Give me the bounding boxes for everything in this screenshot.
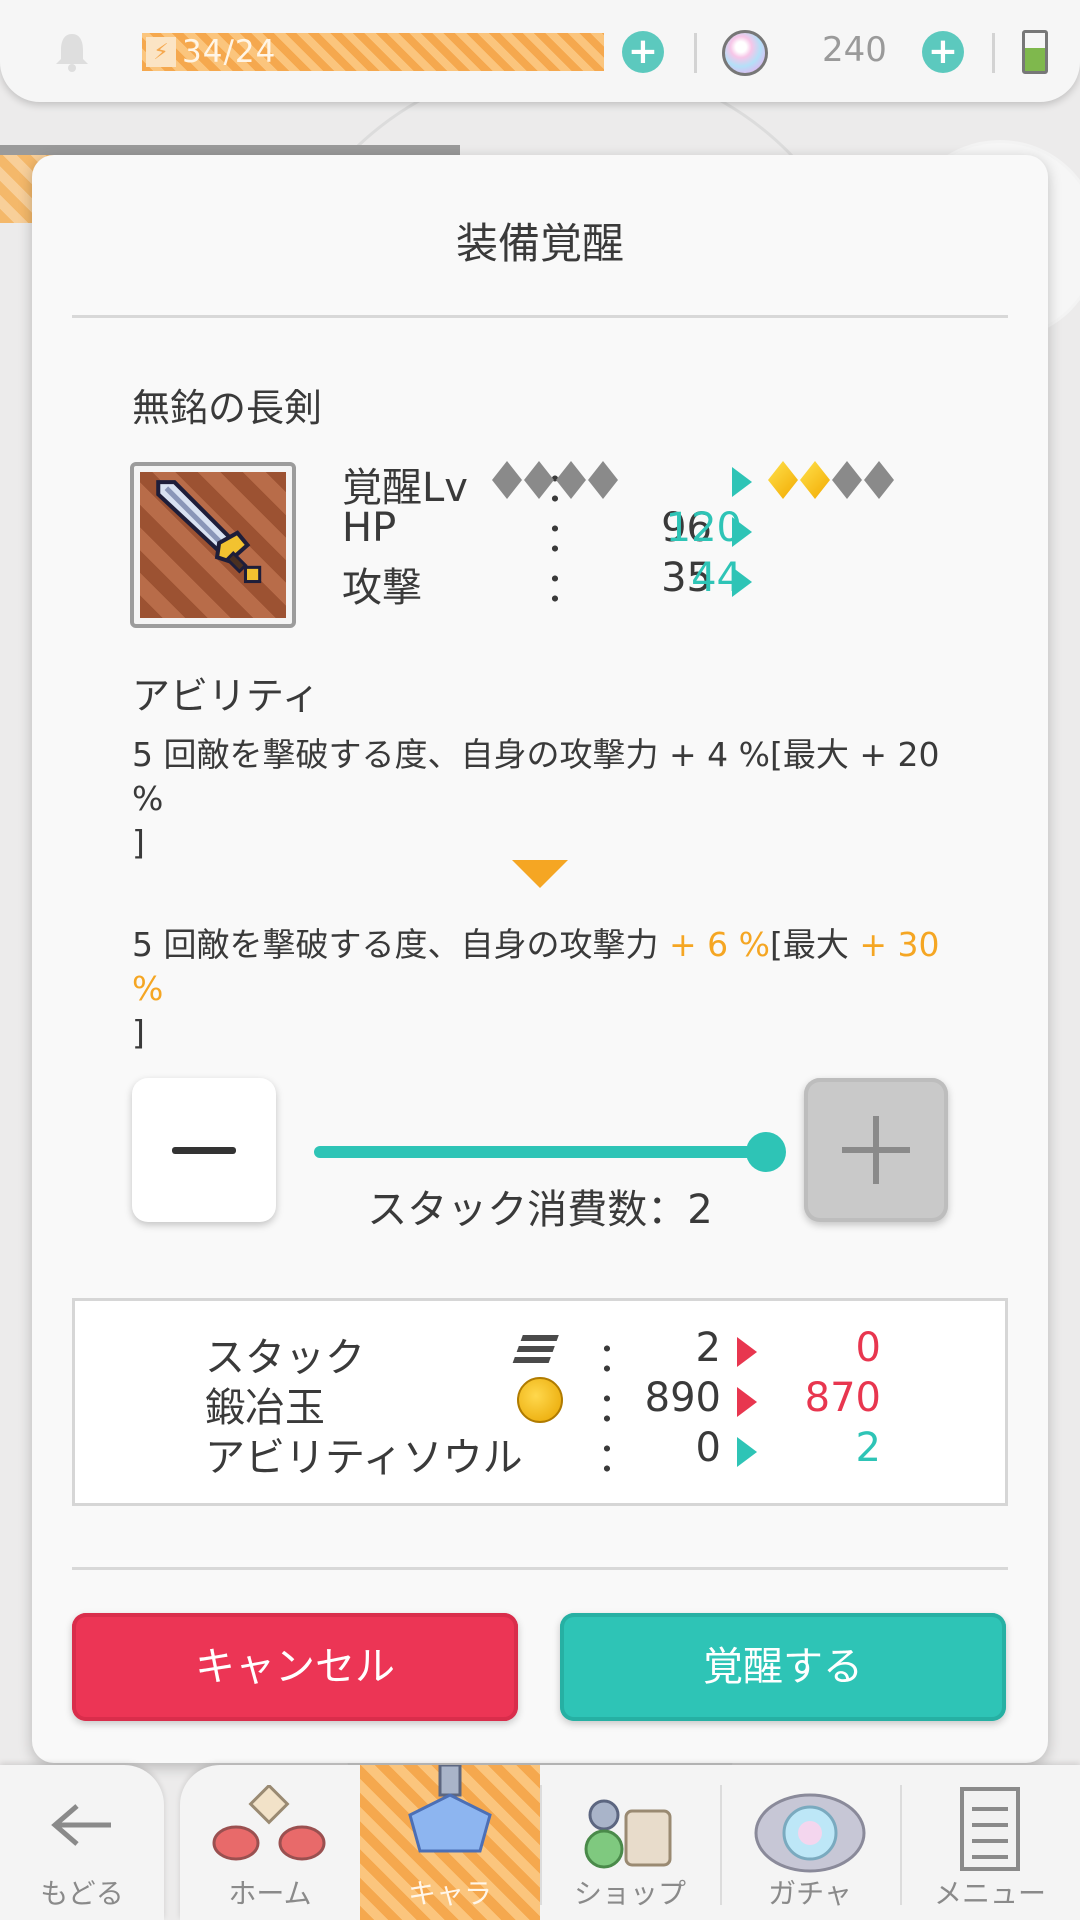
divider bbox=[72, 315, 1008, 318]
divider bbox=[72, 1567, 1008, 1570]
gacha-icon bbox=[754, 1793, 866, 1873]
stat-after: 120 bbox=[665, 505, 742, 551]
cost-row-forge-orb: 鍛冶玉 ： 890 870 bbox=[75, 1375, 1011, 1431]
slider-handle[interactable] bbox=[746, 1132, 786, 1172]
arrow-right-icon bbox=[732, 467, 752, 497]
minus-icon bbox=[172, 1147, 236, 1154]
dialog-title: 装備覚醒 bbox=[455, 219, 624, 268]
arrow-right-icon bbox=[737, 1337, 757, 1367]
tab-label: ショップ bbox=[573, 1877, 686, 1910]
tab-label: キャラ bbox=[407, 1877, 492, 1910]
level-diamond-icon bbox=[524, 461, 554, 499]
gem-orb-icon bbox=[722, 30, 768, 76]
awaken-level-before bbox=[492, 461, 618, 499]
ability-text: ] bbox=[132, 1013, 145, 1052]
ability-text: [最大 bbox=[769, 925, 849, 964]
awaken-button[interactable]: 覚醒する bbox=[560, 1613, 1006, 1721]
ability-heading: アビリティ bbox=[132, 674, 320, 718]
menu-icon bbox=[960, 1787, 1020, 1871]
stat-row-awaken-level: 覚醒Lv ： bbox=[342, 455, 902, 511]
tab-label: メニュー bbox=[933, 1877, 1046, 1910]
stat-label: HP bbox=[342, 505, 397, 551]
cost-after: 870 bbox=[804, 1375, 881, 1421]
back-label: もどる bbox=[40, 1877, 124, 1910]
shop-icon bbox=[584, 1799, 672, 1869]
level-diamond-icon bbox=[556, 461, 586, 499]
gem-count: 240 bbox=[822, 30, 887, 70]
increase-button[interactable] bbox=[804, 1078, 948, 1222]
level-diamond-icon bbox=[768, 461, 798, 499]
cost-label: アビリティソウル bbox=[205, 1435, 523, 1481]
stack-icon bbox=[511, 1335, 559, 1367]
tab-shop[interactable]: ショップ bbox=[540, 1765, 720, 1920]
stack-consume-label: スタック消費数：2 bbox=[367, 1187, 713, 1233]
cancel-button[interactable]: キャンセル bbox=[72, 1613, 518, 1721]
stat-after: 44 bbox=[691, 555, 742, 601]
sword-icon bbox=[156, 480, 262, 584]
cost-summary: スタック ： 2 0 鍛冶玉 ： 890 870 アビリティソウル ： 0 2 bbox=[72, 1298, 1008, 1506]
tab-home[interactable]: ホーム bbox=[180, 1765, 360, 1920]
stat-row-attack: 攻撃 ： 35 44 bbox=[342, 555, 902, 611]
ability-text: [最大 bbox=[769, 735, 849, 774]
decrease-button[interactable] bbox=[132, 1078, 276, 1222]
back-button[interactable]: もどる bbox=[0, 1765, 164, 1920]
item-thumbnail bbox=[130, 462, 296, 628]
item-name: 無銘の長剣 bbox=[132, 386, 323, 430]
add-stamina-button[interactable]: + bbox=[622, 31, 664, 73]
level-diamond-icon bbox=[832, 461, 862, 499]
cost-before: 2 bbox=[695, 1325, 721, 1371]
tab-chara[interactable]: キャラ bbox=[360, 1765, 540, 1920]
battery-icon bbox=[1022, 30, 1048, 74]
cost-after: 0 bbox=[855, 1325, 881, 1371]
bottom-nav: もどる ホーム キャラ ショップ ガチャ メニュー bbox=[0, 1765, 1080, 1920]
level-diamond-icon bbox=[864, 461, 894, 499]
chara-icon bbox=[408, 1765, 492, 1853]
cost-after: 2 bbox=[855, 1425, 881, 1471]
arrow-right-icon bbox=[737, 1437, 757, 1467]
nav-tabs: ホーム キャラ ショップ ガチャ メニュー bbox=[180, 1765, 1080, 1920]
awaken-level-after bbox=[768, 461, 894, 499]
level-diamond-icon bbox=[492, 461, 522, 499]
ability-text: 5 回敵を撃破する度、自身の攻撃力 bbox=[132, 735, 659, 774]
arrow-right-icon bbox=[737, 1387, 757, 1417]
plus-icon bbox=[873, 1116, 879, 1184]
tab-gacha[interactable]: ガチャ bbox=[720, 1765, 900, 1920]
cost-row-stack: スタック ： 2 0 bbox=[75, 1325, 1011, 1381]
stack-slider[interactable] bbox=[314, 1146, 766, 1158]
stat-label: 攻撃 bbox=[342, 565, 422, 611]
ability-text: ] bbox=[132, 823, 145, 862]
ability-text: 5 回敵を撃破する度、自身の攻撃力 bbox=[132, 925, 659, 964]
cost-colon: ： bbox=[597, 1435, 637, 1481]
home-icon bbox=[212, 1785, 326, 1861]
cost-before: 890 bbox=[644, 1375, 721, 1421]
forge-orb-icon bbox=[517, 1377, 563, 1423]
level-diamond-icon bbox=[800, 461, 830, 499]
stamina-value: 34/24 bbox=[182, 34, 277, 70]
level-diamond-icon bbox=[588, 461, 618, 499]
divider bbox=[992, 33, 995, 73]
ability-value: + 4 % bbox=[658, 735, 770, 774]
tab-label: ホーム bbox=[228, 1877, 312, 1910]
divider bbox=[694, 33, 697, 73]
tab-label: ガチャ bbox=[768, 1877, 852, 1910]
cost-row-ability-soul: アビリティソウル ： 0 2 bbox=[75, 1425, 1011, 1481]
status-bar: ⚡ 34/24 + 240 + bbox=[0, 0, 1080, 102]
stats-panel: 覚醒Lv ： HP ： 96 120 攻撃 ： bbox=[342, 455, 902, 611]
stamina-bar: ⚡ 34/24 bbox=[142, 33, 604, 71]
stat-row-hp: HP ： 96 120 bbox=[342, 505, 902, 561]
bell-icon[interactable] bbox=[52, 30, 92, 72]
arrow-left-icon bbox=[51, 1804, 111, 1846]
tab-menu[interactable]: メニュー bbox=[900, 1765, 1080, 1920]
cost-before: 0 bbox=[695, 1425, 721, 1471]
awaken-dialog: 装備覚醒 無銘の長剣 覚醒Lv ： bbox=[32, 155, 1048, 1763]
arrow-down-icon bbox=[512, 860, 568, 888]
ability-value-highlight: + 6 % bbox=[658, 925, 770, 964]
ability-before: 5 回敵を撃破する度、自身の攻撃力 + 4 %[最大 + 20 %] bbox=[132, 733, 952, 865]
ability-after: 5 回敵を撃破する度、自身の攻撃力 + 6 %[最大 + 30 %] bbox=[132, 923, 952, 1055]
stat-colon: ： bbox=[545, 565, 585, 611]
lightning-icon: ⚡ bbox=[146, 37, 176, 67]
add-gems-button[interactable]: + bbox=[922, 31, 964, 73]
